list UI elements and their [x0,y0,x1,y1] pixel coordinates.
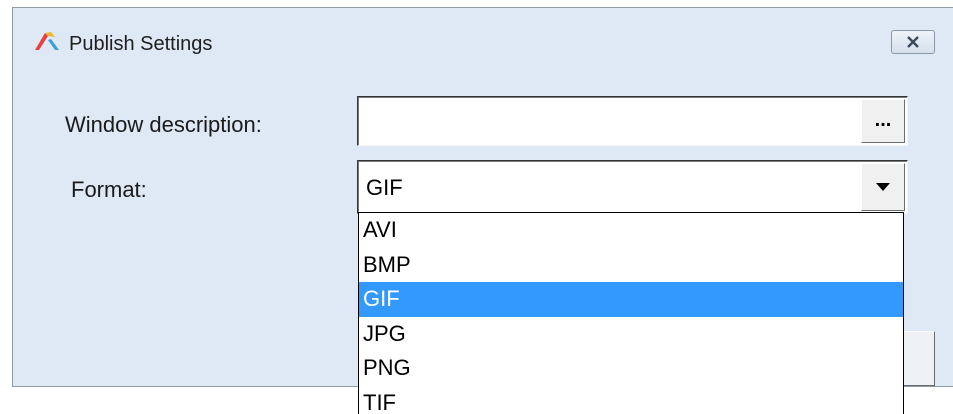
close-icon [907,36,919,48]
format-select[interactable]: GIF [357,160,908,214]
window-description-label: Window description: [65,112,262,137]
browse-button[interactable]: ... [861,99,905,143]
format-selected-value: GIF [366,175,403,200]
format-option-avi[interactable]: AVI [359,213,903,248]
title-bar: Publish Settings [13,8,953,76]
format-label: Format: [71,177,147,202]
format-option-jpg[interactable]: JPG [359,317,903,352]
window-description-input[interactable] [360,99,856,143]
format-option-bmp[interactable]: BMP [359,248,903,283]
format-option-png[interactable]: PNG [359,351,903,386]
format-dropdown-list: AVI BMP GIF JPG PNG TIF [358,212,904,414]
close-button[interactable] [891,30,935,54]
format-dropdown-button[interactable] [861,163,905,211]
window-description-field: ... [357,96,908,146]
format-option-gif[interactable]: GIF [359,282,903,317]
chevron-down-icon [876,183,890,191]
format-option-tif[interactable]: TIF [359,386,903,414]
window-title: Publish Settings [69,33,213,55]
app-logo-icon [35,32,59,50]
